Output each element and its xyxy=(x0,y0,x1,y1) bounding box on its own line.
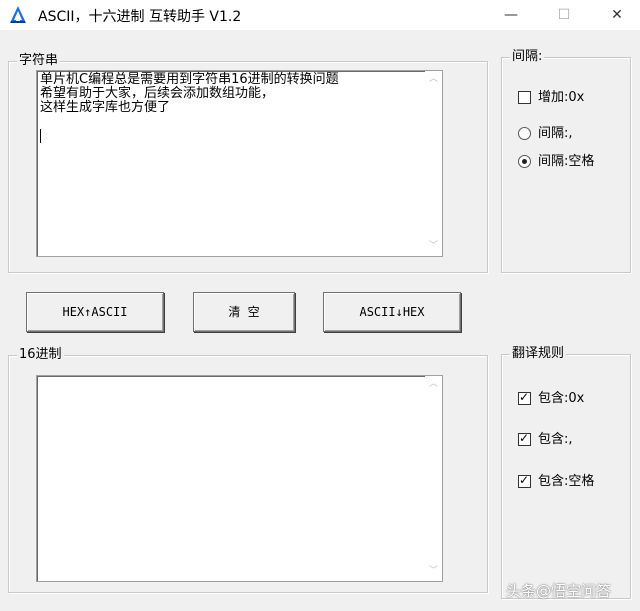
title-bar: ASCII，十六进制 互转助手 V1.2 — ☐ ✕ xyxy=(0,0,640,30)
minimize-button[interactable]: — xyxy=(488,0,534,30)
scroll-down-icon[interactable]: ﹀ xyxy=(429,567,438,576)
include-space-label: 包含:空格 xyxy=(538,474,595,489)
watermark-text: 头条@悟空问答 xyxy=(506,582,612,600)
window-title: ASCII，十六进制 互转助手 V1.2 xyxy=(38,9,242,25)
comma-label: 间隔:, xyxy=(538,126,573,141)
text-caret xyxy=(40,129,41,143)
check-icon: ✓ xyxy=(519,473,530,487)
checkbox-box[interactable] xyxy=(518,91,531,104)
string-text: 单片机C编程总是需要用到字符串16进制的转换问题 希望有助于大家，后续会添加数组… xyxy=(40,72,339,115)
scroll-down-icon[interactable]: ﹀ xyxy=(429,242,438,251)
checkbox-box[interactable]: ✓ xyxy=(518,431,531,446)
hex-to-ascii-button[interactable]: HEX↑ASCII xyxy=(26,292,164,332)
check-icon: ✓ xyxy=(519,431,530,445)
hex-group-legend: 16进制 xyxy=(17,347,64,363)
checkbox-box[interactable]: ✓ xyxy=(518,473,531,488)
string-textarea[interactable]: 单片机C编程总是需要用到字符串16进制的转换问题 希望有助于大家，后续会添加数组… xyxy=(36,70,443,257)
add-0x-label: 增加:0x xyxy=(538,90,585,105)
app-logo-icon xyxy=(10,6,26,23)
scroll-up-icon[interactable]: ︿ xyxy=(429,380,438,389)
string-group-legend: 字符串 xyxy=(17,53,61,69)
hex-textarea[interactable]: ︿ ﹀ xyxy=(36,375,443,582)
include-0x-label: 包含:0x xyxy=(538,391,585,406)
ascii-to-hex-button[interactable]: ASCII↓HEX xyxy=(323,292,461,332)
rules-group-legend: 翻译规则 xyxy=(510,346,567,362)
close-button[interactable]: ✕ xyxy=(594,0,640,30)
clear-button[interactable]: 清 空 xyxy=(193,292,295,332)
maximize-button[interactable]: ☐ xyxy=(541,0,587,30)
hex-scrollbar[interactable]: ︿ ﹀ xyxy=(425,376,442,581)
string-scrollbar[interactable]: ︿ ﹀ xyxy=(425,71,442,256)
radio-circle[interactable] xyxy=(518,127,531,140)
checkbox-box[interactable]: ✓ xyxy=(518,390,531,405)
check-icon: ✓ xyxy=(519,390,530,404)
radio-selected-dot xyxy=(522,159,527,164)
include-comma-label: 包含:, xyxy=(538,432,573,447)
radio-circle[interactable] xyxy=(518,155,531,168)
scroll-up-icon[interactable]: ︿ xyxy=(429,75,438,84)
space-label: 间隔:空格 xyxy=(538,154,595,169)
spacing-group-legend: 间隔: xyxy=(510,49,545,65)
